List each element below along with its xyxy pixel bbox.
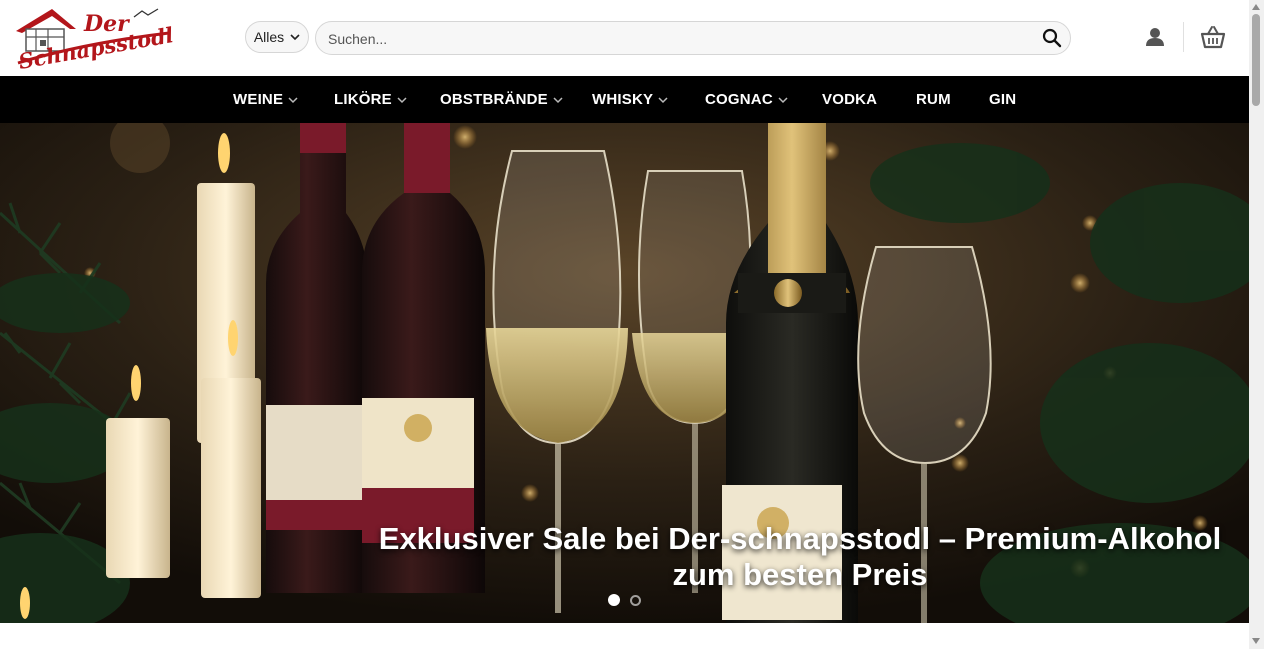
chevron-down-icon (288, 96, 298, 103)
slider-dot-2[interactable] (630, 595, 641, 606)
slider-dot-1[interactable] (608, 594, 620, 606)
nav-item-cognac[interactable]: COGNAC (705, 76, 788, 123)
search-category-label: Alles (253, 29, 285, 45)
hero-slider[interactable]: Exklusiver Sale bei Der-schnapsstodl – P… (0, 123, 1249, 623)
nav-item-rum[interactable]: RUM (916, 76, 951, 123)
chevron-down-icon (397, 96, 407, 103)
nav-item-weine[interactable]: WEINE (233, 76, 298, 123)
site-logo[interactable]: Der Schnapsstodl (14, 3, 175, 75)
search-bar (315, 21, 1071, 56)
nav-item-label: RUM (916, 91, 951, 108)
nav-item-obstbraende[interactable]: OBSTBRÄNDE (440, 76, 563, 123)
main-nav: WEINE LIKÖRE OBSTBRÄNDE WHISKY COGNAC VO… (0, 76, 1249, 123)
nav-item-label: VODKA (822, 91, 878, 108)
nav-item-gin[interactable]: GIN (989, 76, 1016, 123)
scrollbar-thumb[interactable] (1252, 14, 1260, 106)
page-scrollbar[interactable] (1249, 0, 1264, 649)
nav-item-label: WEINE (233, 91, 284, 108)
chevron-down-icon (658, 96, 668, 103)
scroll-up-arrow-icon[interactable] (1252, 4, 1260, 10)
nav-item-label: GIN (989, 91, 1017, 108)
search-input[interactable] (326, 22, 1030, 56)
header-divider (1183, 22, 1184, 52)
chevron-down-icon (778, 96, 788, 103)
basket-icon[interactable] (1200, 24, 1226, 50)
search-icon[interactable] (1042, 28, 1062, 48)
nav-item-label: LIKÖRE (334, 91, 392, 108)
hero-caption: Exklusiver Sale bei Der-schnapsstodl – P… (378, 521, 1222, 592)
search-category-select[interactable]: Alles (245, 21, 309, 53)
nav-item-label: COGNAC (705, 91, 773, 108)
nav-item-vodka[interactable]: VODKA (822, 76, 877, 123)
user-icon[interactable] (1144, 26, 1166, 48)
chevron-down-icon (553, 96, 563, 103)
logo-graphic: Der Schnapsstodl (16, 8, 175, 74)
scroll-down-arrow-icon[interactable] (1252, 638, 1260, 644)
nav-item-whisky[interactable]: WHISKY (592, 76, 668, 123)
nav-item-label: WHISKY (592, 91, 654, 108)
site-header: Der Schnapsstodl Alles (0, 0, 1249, 76)
chevron-down-icon (290, 34, 300, 41)
nav-item-label: OBSTBRÄNDE (440, 91, 548, 108)
nav-item-likoere[interactable]: LIKÖRE (334, 76, 407, 123)
